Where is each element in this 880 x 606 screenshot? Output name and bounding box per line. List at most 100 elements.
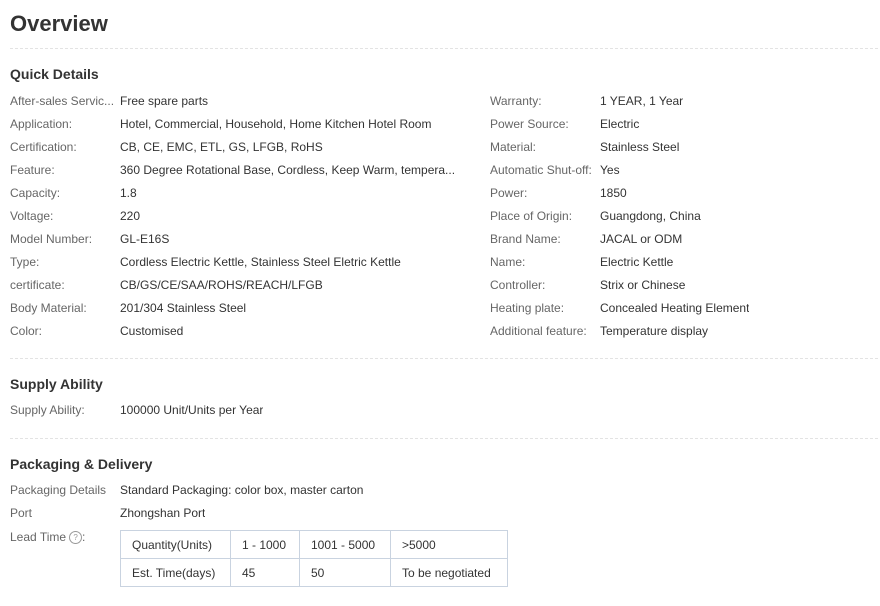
detail-row: Type: Cordless Electric Kettle, Stainless… — [10, 250, 480, 273]
detail-row: Power: 1850 — [490, 181, 878, 204]
detail-value: 1.8 — [120, 185, 137, 200]
lead-time-label: Lead Time?: — [10, 530, 86, 545]
detail-label: Material: — [490, 139, 537, 154]
port-value: Zhongshan Port — [120, 506, 206, 520]
detail-row: Warranty: 1 YEAR, 1 Year — [490, 89, 878, 112]
detail-row: Automatic Shut-off: Yes — [490, 158, 878, 181]
table-row: Quantity(Units) 1 - 1000 1001 - 5000 >5000 — [120, 530, 508, 559]
detail-label: Certification: — [10, 139, 77, 154]
detail-label: Feature: — [10, 162, 55, 177]
detail-value: Temperature display — [600, 323, 709, 338]
divider — [10, 48, 878, 49]
detail-row: Controller: Strix or Chinese — [490, 273, 878, 296]
detail-label: Model Number: — [10, 231, 93, 246]
detail-label: Capacity: — [10, 185, 61, 200]
detail-value: Electric — [600, 116, 640, 131]
detail-row: Name: Electric Kettle — [490, 250, 878, 273]
detail-row: Additional feature: Temperature display — [490, 319, 878, 342]
detail-label: Color: — [10, 323, 43, 338]
quick-details-right-column: Warranty: 1 YEAR, 1 Year Power Source: Elec… — [490, 89, 878, 342]
supply-ability-label: Supply Ability: — [10, 403, 85, 417]
table-cell: 1001 - 5000 — [299, 530, 391, 559]
lead-time-row: Lead Time?: — [10, 530, 86, 545]
detail-row: Material: Stainless Steel — [490, 135, 878, 158]
port-row: Port Zhongshan Port — [10, 506, 205, 520]
packaging-heading: Packaging & Delivery — [10, 456, 153, 472]
overview-panel: Overview Quick Details After-sales Servi… — [0, 0, 880, 606]
detail-row: certificate: CB/GS/CE/SAA/ROHS/REACH/LFGB — [10, 273, 480, 296]
detail-value: Yes — [600, 162, 620, 177]
detail-row: Application: Hotel, Commercial, Household… — [10, 112, 480, 135]
detail-value: Free spare parts — [120, 93, 209, 108]
detail-label: After-sales Servic... — [10, 93, 115, 108]
detail-value: Concealed Heating Element — [600, 300, 750, 315]
packaging-details-row: Packaging Details Standard Packaging: co… — [10, 483, 363, 497]
detail-value: CB, CE, EMC, ETL, GS, LFGB, RoHS — [120, 139, 323, 154]
detail-row: Feature: 360 Degree Rotational Base, Cord… — [10, 158, 480, 181]
detail-row: Certification: CB, CE, EMC, ETL, GS, LFGB… — [10, 135, 480, 158]
detail-row: Power Source: Electric — [490, 112, 878, 135]
detail-label: Brand Name: — [490, 231, 561, 246]
port-label: Port — [10, 506, 33, 520]
supply-ability-value: 100000 Unit/Units per Year — [120, 403, 264, 417]
detail-value: Customised — [120, 323, 184, 338]
divider — [10, 358, 878, 359]
detail-row: Place of Origin: Guangdong, China — [490, 204, 878, 227]
detail-value: JACAL or ODM — [600, 231, 683, 246]
detail-label: certificate: — [10, 277, 65, 292]
detail-value: Hotel, Commercial, Household, Home Kitch… — [120, 116, 432, 131]
detail-label: Name: — [490, 254, 526, 269]
detail-label: Application: — [10, 116, 73, 131]
quick-details-left-column: After-sales Servic... Free spare parts App… — [10, 89, 480, 342]
detail-value: 220 — [120, 208, 141, 223]
detail-label: Power Source: — [490, 116, 569, 131]
table-cell: Est. Time(days) — [120, 558, 231, 587]
detail-row: Color: Customised — [10, 319, 480, 342]
detail-row: Brand Name: JACAL or ODM — [490, 227, 878, 250]
packaging-details-label: Packaging Details — [10, 483, 107, 497]
lead-time-table: Quantity(Units) 1 - 1000 1001 - 5000 >5000 E… — [120, 530, 508, 587]
detail-label: Controller: — [490, 277, 546, 292]
detail-row: Capacity: 1.8 — [10, 181, 480, 204]
detail-value: Guangdong, China — [600, 208, 701, 223]
detail-value: Electric Kettle — [600, 254, 674, 269]
table-cell: 45 — [230, 558, 300, 587]
table-cell: Quantity(Units) — [120, 530, 231, 559]
supply-ability-heading: Supply Ability — [10, 376, 103, 392]
divider — [10, 438, 878, 439]
table-row: Est. Time(days) 45 50 To be negotiated — [120, 558, 508, 587]
detail-label: Place of Origin: — [490, 208, 573, 223]
detail-label: Body Material: — [10, 300, 87, 315]
table-cell: 50 — [299, 558, 391, 587]
detail-row: Body Material: 201/304 Stainless Steel — [10, 296, 480, 319]
detail-label: Warranty: — [490, 93, 542, 108]
table-cell: To be negotiated — [390, 558, 508, 587]
detail-value: Cordless Electric Kettle, Stainless Stee… — [120, 254, 401, 269]
detail-value: GL-E16S — [120, 231, 170, 246]
lead-time-label-text: Lead Time — [10, 530, 67, 544]
detail-value: Stainless Steel — [600, 139, 680, 154]
detail-label: Type: — [10, 254, 40, 269]
detail-value: Strix or Chinese — [600, 277, 686, 292]
detail-value: CB/GS/CE/SAA/ROHS/REACH/LFGB — [120, 277, 323, 292]
quick-details-heading: Quick Details — [10, 66, 99, 82]
detail-row: Voltage: 220 — [10, 204, 480, 227]
detail-label: Voltage: — [10, 208, 54, 223]
detail-label: Automatic Shut-off: — [490, 162, 592, 177]
detail-value: 360 Degree Rotational Base, Cordless, Ke… — [120, 162, 456, 177]
detail-row: Heating plate: Concealed Heating Element — [490, 296, 878, 319]
page-title: Overview — [10, 11, 108, 36]
packaging-details-value: Standard Packaging: color box, master ca… — [120, 483, 364, 497]
detail-value: 1850 — [600, 185, 627, 200]
detail-label: Additional feature: — [490, 323, 587, 338]
detail-value: 201/304 Stainless Steel — [120, 300, 247, 315]
table-cell: >5000 — [390, 530, 508, 559]
supply-ability-row: Supply Ability: 100000 Unit/Units per Ye… — [10, 403, 263, 417]
help-icon[interactable]: ? — [69, 531, 83, 545]
detail-label: Power: — [490, 185, 528, 200]
detail-row: Model Number: GL-E16S — [10, 227, 480, 250]
table-cell: 1 - 1000 — [230, 530, 300, 559]
detail-label: Heating plate: — [490, 300, 565, 315]
detail-value: 1 YEAR, 1 Year — [600, 93, 684, 108]
detail-row: After-sales Servic... Free spare parts — [10, 89, 480, 112]
